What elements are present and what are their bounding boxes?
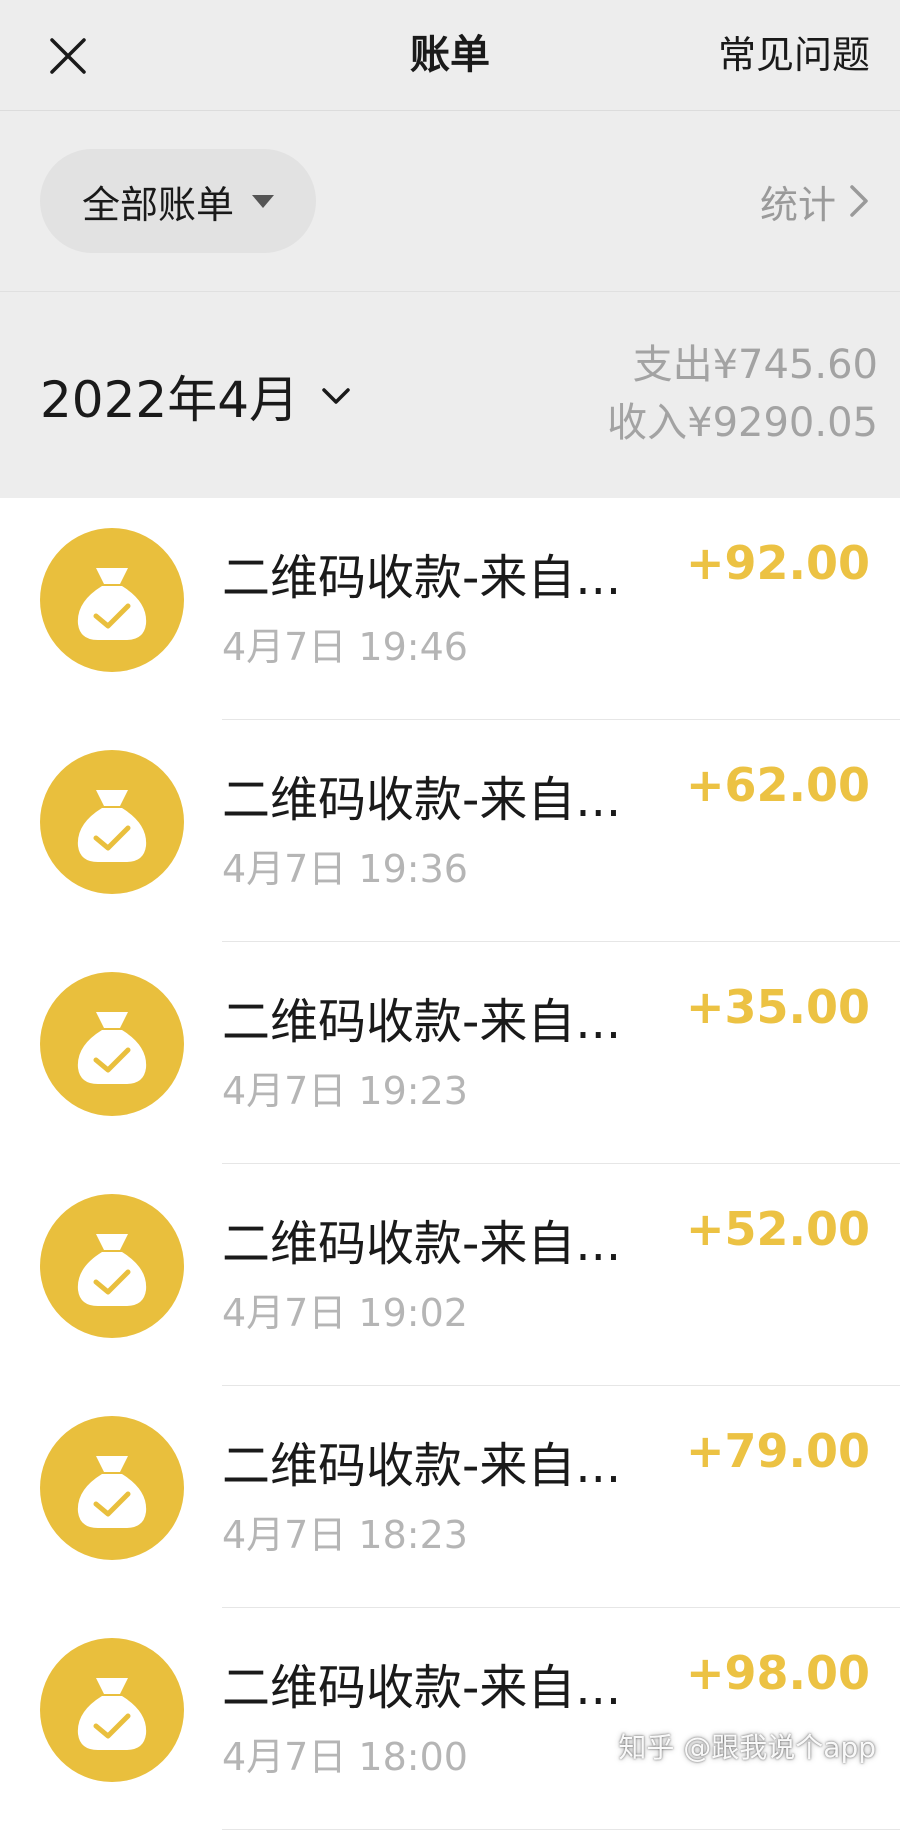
transaction-amount: +62.00 (685, 758, 870, 812)
caret-down-icon (252, 194, 274, 208)
transaction-list: 二维码收款-来自... 4月7日 19:46 +92.00 二维码收款-来自..… (0, 498, 900, 1830)
transaction-title: 二维码收款-来自... (222, 772, 622, 828)
transaction-title: 二维码收款-来自... (222, 1438, 622, 1494)
transaction-time: 4月7日 18:23 (222, 1513, 468, 1557)
bill-filter-dropdown[interactable]: 全部账单 (40, 149, 316, 253)
transaction-row[interactable]: 二维码收款-来自... 4月7日 19:23 +35.00 (0, 942, 900, 1164)
divider (222, 1829, 900, 1830)
month-totals: 支出¥745.60 收入¥9290.05 (607, 336, 878, 452)
money-bag-check-icon (40, 972, 184, 1116)
money-bag-check-icon (40, 528, 184, 672)
transaction-amount: +35.00 (685, 980, 870, 1034)
transaction-title: 二维码收款-来自... (222, 1216, 622, 1272)
transaction-amount: +98.00 (685, 1646, 870, 1700)
statistics-link[interactable]: 统计 (760, 149, 870, 253)
watermark: 知乎 @跟我说个app (618, 1731, 876, 1764)
transaction-title: 二维码收款-来自... (222, 1660, 622, 1716)
transaction-time: 4月7日 19:02 (222, 1291, 468, 1335)
transaction-amount: +52.00 (685, 1202, 870, 1256)
transaction-row[interactable]: 二维码收款-来自... 4月7日 19:02 +52.00 (0, 1164, 900, 1386)
month-summary-bar: 2022年4月 支出¥745.60 收入¥9290.05 (0, 292, 900, 498)
transaction-row[interactable]: 二维码收款-来自... 4月7日 18:23 +79.00 (0, 1386, 900, 1608)
transaction-time: 4月7日 19:36 (222, 847, 468, 891)
transaction-time: 4月7日 19:23 (222, 1069, 468, 1113)
close-icon[interactable] (44, 32, 92, 80)
statistics-label: 统计 (759, 182, 836, 227)
top-bar: 账单 常见问题 (0, 0, 900, 111)
month-selector[interactable]: 2022年4月 (40, 356, 351, 436)
transaction-time: 4月7日 18:00 (222, 1735, 468, 1779)
transaction-row[interactable]: 二维码收款-来自... 4月7日 18:00 +98.00 (0, 1608, 900, 1830)
expense-total: 支出¥745.60 (632, 342, 878, 388)
filter-bar: 全部账单 统计 (0, 111, 900, 292)
bill-filter-label: 全部账单 (81, 182, 234, 227)
chevron-down-icon (322, 388, 350, 404)
faq-link[interactable]: 常见问题 (718, 0, 870, 110)
transaction-title: 二维码收款-来自... (222, 550, 622, 606)
money-bag-check-icon (40, 1638, 184, 1782)
money-bag-check-icon (40, 750, 184, 894)
transaction-amount: +92.00 (685, 536, 870, 590)
transaction-row[interactable]: 二维码收款-来自... 4月7日 19:46 +92.00 (0, 498, 900, 720)
income-total: 收入¥9290.05 (607, 400, 878, 446)
chevron-right-icon (850, 185, 868, 217)
money-bag-check-icon (40, 1416, 184, 1560)
month-label: 2022年4月 (40, 371, 300, 429)
transaction-row[interactable]: 二维码收款-来自... 4月7日 19:36 +62.00 (0, 720, 900, 942)
transaction-time: 4月7日 19:46 (222, 625, 468, 669)
transaction-title: 二维码收款-来自... (222, 994, 622, 1050)
transaction-amount: +79.00 (685, 1424, 870, 1478)
money-bag-check-icon (40, 1194, 184, 1338)
